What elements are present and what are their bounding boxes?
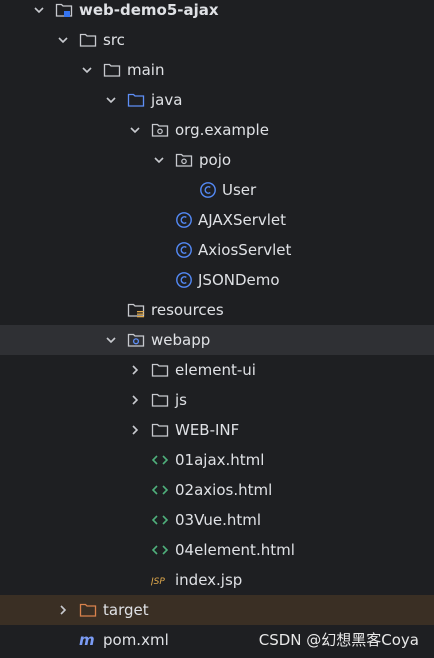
tree-row-02axios[interactable]: 02axios.html xyxy=(0,475,434,505)
module-folder-icon xyxy=(55,0,73,25)
html-file-icon xyxy=(151,445,169,475)
chevron-down-icon[interactable] xyxy=(104,85,118,115)
svg-text:JSP: JSP xyxy=(151,577,165,587)
svg-text:m: m xyxy=(79,632,95,648)
root-label: web-demo5-ajax xyxy=(79,1,219,19)
package-icon xyxy=(175,145,193,175)
webapp-label: webapp xyxy=(151,331,211,349)
pojo-label: pojo xyxy=(199,151,232,169)
tree-row-package[interactable]: org.example xyxy=(0,115,434,145)
tree-row-axios-servlet[interactable]: AxiosServlet xyxy=(0,235,434,265)
tree-row-java[interactable]: java xyxy=(0,85,434,115)
chevron-right-icon[interactable] xyxy=(128,355,142,385)
target-label: target xyxy=(103,601,149,619)
json-demo-label: JSONDemo xyxy=(198,271,280,289)
file-01ajax-label: 01ajax.html xyxy=(175,451,265,469)
element-ui-label: element-ui xyxy=(175,361,256,379)
src-label: src xyxy=(103,31,125,49)
user-class-label: User xyxy=(222,181,257,199)
web-folder-icon xyxy=(127,325,145,355)
file-03vue-label: 03Vue.html xyxy=(175,511,262,529)
java-class-icon xyxy=(175,235,193,265)
project-tree: web-demo5-ajax src main java org.example… xyxy=(0,0,434,655)
package-icon xyxy=(151,115,169,145)
maven-icon: m xyxy=(79,625,97,655)
java-label: java xyxy=(151,91,183,109)
tree-row-src[interactable]: src xyxy=(0,25,434,55)
watermark-text: CSDN @幻想黑客Coya xyxy=(258,631,419,649)
java-class-icon xyxy=(175,265,193,295)
chevron-right-icon[interactable] xyxy=(128,415,142,445)
html-file-icon xyxy=(151,535,169,565)
tree-row-index-jsp[interactable]: JSP index.jsp xyxy=(0,565,434,595)
tree-row-webapp[interactable]: webapp xyxy=(0,325,434,355)
chevron-down-icon[interactable] xyxy=(104,325,118,355)
file-04element-label: 04element.html xyxy=(175,541,295,559)
web-inf-label: WEB-INF xyxy=(175,421,240,439)
ajax-servlet-label: AJAXServlet xyxy=(198,211,287,229)
java-class-icon xyxy=(175,205,193,235)
tree-row-03vue[interactable]: 03Vue.html xyxy=(0,505,434,535)
folder-icon xyxy=(151,415,169,445)
chevron-down-icon[interactable] xyxy=(56,25,70,55)
tree-row-element-ui[interactable]: element-ui xyxy=(0,355,434,385)
tree-row-json-demo[interactable]: JSONDemo xyxy=(0,265,434,295)
tree-row-js[interactable]: js xyxy=(0,385,434,415)
tree-row-main[interactable]: main xyxy=(0,55,434,85)
chevron-right-icon[interactable] xyxy=(128,385,142,415)
index-jsp-label: index.jsp xyxy=(175,571,243,589)
chevron-down-icon[interactable] xyxy=(152,145,166,175)
folder-icon xyxy=(151,355,169,385)
tree-row-ajax-servlet[interactable]: AJAXServlet xyxy=(0,205,434,235)
folder-icon xyxy=(151,385,169,415)
tree-row-01ajax[interactable]: 01ajax.html xyxy=(0,445,434,475)
tree-row-root[interactable]: web-demo5-ajax xyxy=(0,0,434,25)
main-label: main xyxy=(127,61,165,79)
tree-row-resources[interactable]: resources xyxy=(0,295,434,325)
html-file-icon xyxy=(151,505,169,535)
folder-icon xyxy=(103,55,121,85)
java-class-icon xyxy=(199,175,217,205)
tree-row-user-class[interactable]: User xyxy=(0,175,434,205)
excluded-folder-icon xyxy=(79,595,97,625)
tree-row-web-inf[interactable]: WEB-INF xyxy=(0,415,434,445)
chevron-right-icon[interactable] xyxy=(56,595,70,625)
file-02axios-label: 02axios.html xyxy=(175,481,273,499)
tree-row-04element[interactable]: 04element.html xyxy=(0,535,434,565)
package-label: org.example xyxy=(175,121,269,139)
html-file-icon xyxy=(151,475,169,505)
tree-row-pojo[interactable]: pojo xyxy=(0,145,434,175)
resources-folder-icon xyxy=(127,295,145,325)
folder-icon xyxy=(79,25,97,55)
chevron-down-icon[interactable] xyxy=(32,0,46,25)
chevron-down-icon[interactable] xyxy=(80,55,94,85)
axios-servlet-label: AxiosServlet xyxy=(198,241,292,259)
source-folder-icon xyxy=(127,85,145,115)
tree-row-target[interactable]: target xyxy=(0,595,434,625)
resources-label: resources xyxy=(151,301,224,319)
jsp-file-icon: JSP xyxy=(151,565,169,595)
js-label: js xyxy=(175,391,187,409)
chevron-down-icon[interactable] xyxy=(128,115,142,145)
pom-label: pom.xml xyxy=(103,631,169,649)
